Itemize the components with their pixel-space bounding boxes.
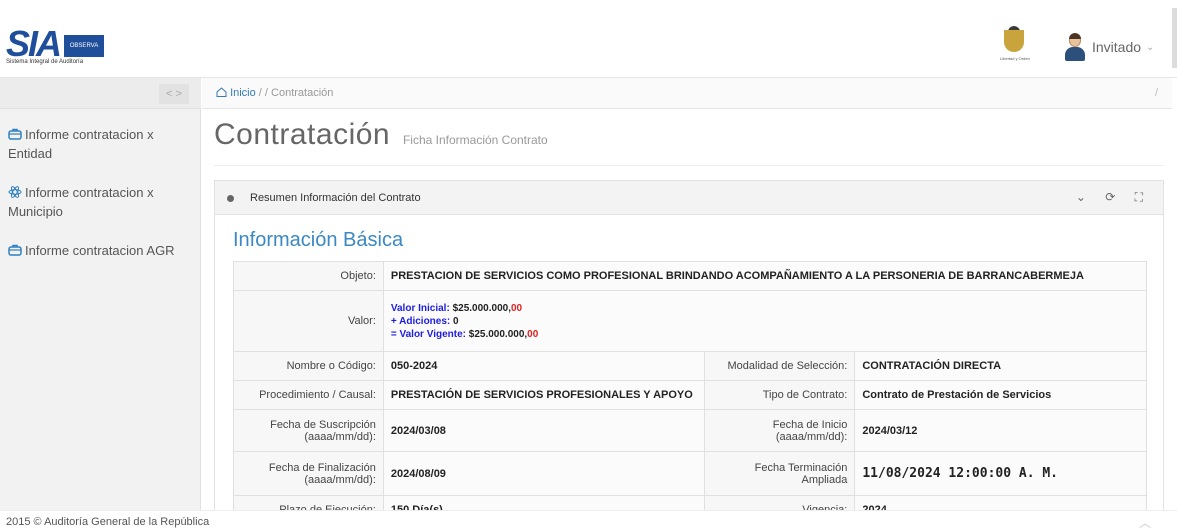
modalidad-value: CONTRATACIÓN DIRECTA	[854, 351, 1147, 381]
breadcrumb-separator: / /	[255, 87, 272, 99]
breadcrumb-trailing-slash: /	[1154, 87, 1158, 99]
sidebar-item-entidad[interactable]: Informe contratacion x Entidad	[0, 117, 201, 171]
top-header: SIA OBSERVA Sistema Integral de Auditorí…	[0, 8, 1177, 78]
nombre-label: Nombre o Código:	[233, 351, 384, 381]
suscripcion-value: 2024/03/08	[382, 409, 706, 452]
footer-copyright: 2015 © Auditoría General de la República	[6, 516, 210, 528]
finalizacion-value: 2024/08/09	[382, 451, 706, 496]
objeto-label: Objeto:	[233, 261, 384, 291]
page-subtitle: Ficha Información Contrato	[402, 133, 548, 147]
logo-subtitle: Sistema Integral de Auditoría	[6, 59, 84, 65]
page-title: Contratación Ficha Información Contrato	[214, 118, 548, 152]
sidebar-item-label: Informe contratacion x Entidad	[8, 127, 154, 161]
tipo-value: Contrato de Prestación de Servicios	[854, 380, 1147, 410]
contract-info-table: Objeto: PRESTACION DE SERVICIOS COMO PRO…	[233, 261, 1148, 525]
terminacion-label: Fecha Terminación Ampliada	[704, 451, 856, 496]
sidebar-item-municipio[interactable]: Informe contratacion x Municipio	[0, 175, 201, 229]
page-scrollbar[interactable]	[1172, 8, 1177, 68]
table-row: Valor: Valor Inicial: $25.000.000,00 + A…	[233, 290, 1148, 352]
valor-vigente-label: = Valor Vigente:	[390, 328, 469, 340]
sidebar: < > Informe contratacion x Entidad Infor…	[0, 78, 201, 510]
valor-inicial-label: Valor Inicial:	[390, 302, 453, 314]
suscripcion-label: Fecha de Suscripción (aaaa/mm/dd):	[233, 409, 384, 452]
coat-of-arms-icon: Libertad y Orden	[1000, 26, 1030, 66]
user-menu[interactable]: Invitado ⌄	[1064, 32, 1154, 62]
bullet-icon	[227, 195, 234, 202]
sia-logo[interactable]: SIA OBSERVA Sistema Integral de Auditorí…	[6, 23, 104, 67]
inicio-value: 2024/03/12	[854, 409, 1147, 452]
adiciones-value: 0	[453, 315, 459, 327]
tipo-label: Tipo de Contrato:	[704, 380, 856, 410]
finalizacion-label: Fecha de Finalización (aaaa/mm/dd):	[233, 451, 384, 496]
shield-caption: Libertad y Orden	[1000, 56, 1030, 61]
procedimiento-value: PRESTACIÓN DE SERVICIOS PROFESIONALES Y …	[382, 380, 706, 410]
portlet-title: Resumen Información del Contrato	[250, 192, 421, 204]
procedimiento-label: Procedimiento / Causal:	[233, 380, 384, 410]
valor-label: Valor:	[233, 290, 384, 352]
modalidad-label: Modalidad de Selección:	[704, 351, 856, 381]
title-divider	[214, 165, 1164, 166]
section-title: Información Básica	[233, 229, 404, 251]
valor-inicial: $25.000.000,	[452, 302, 511, 314]
sidebar-toggle-button[interactable]: < >	[159, 84, 189, 104]
scroll-top-icon[interactable]: ︿	[1139, 514, 1151, 531]
inicio-label: Fecha de Inicio (aaaa/mm/dd):	[704, 409, 856, 452]
valor-vigente-cents: 00	[527, 328, 539, 340]
briefcase-icon	[8, 128, 22, 140]
portlet-header: Resumen Información del Contrato ⌄ ⟳ ⛶	[215, 181, 1163, 215]
home-icon	[216, 87, 227, 97]
nombre-value: 050-2024	[382, 351, 706, 381]
sidebar-item-label: Informe contratacion x Municipio	[8, 185, 154, 219]
briefcase-icon	[8, 244, 22, 256]
sidebar-item-label: Informe contratacion AGR	[25, 243, 175, 258]
user-name: Invitado	[1092, 39, 1142, 55]
portlet-tools[interactable]: ⌄ ⟳ ⛶	[1076, 190, 1151, 205]
valor-inicial-cents: 00	[510, 302, 523, 314]
table-row: Fecha de Finalización (aaaa/mm/dd): 2024…	[233, 451, 1147, 496]
table-row: Nombre o Código: 050-2024 Modalidad de S…	[233, 351, 1147, 381]
table-row: Fecha de Suscripción (aaaa/mm/dd): 2024/…	[233, 409, 1147, 452]
table-row: Procedimiento / Causal: PRESTACIÓN DE SE…	[233, 380, 1147, 410]
atom-icon	[8, 186, 22, 198]
table-row: Objeto: PRESTACION DE SERVICIOS COMO PRO…	[233, 261, 1148, 291]
adiciones-label: + Adiciones:	[390, 315, 454, 327]
chevron-down-icon: ⌄	[1146, 41, 1155, 53]
page-footer: 2015 © Auditoría General de la República…	[0, 510, 1177, 532]
bookmarks-bar	[0, 0, 1177, 8]
sidebar-toggle-bar: < >	[0, 78, 201, 109]
avatar-icon	[1064, 33, 1086, 61]
page-title-text: Contratación	[214, 118, 391, 151]
contract-summary-portlet: Resumen Información del Contrato ⌄ ⟳ ⛶ I…	[214, 180, 1164, 525]
objeto-value: PRESTACION DE SERVICIOS COMO PROFESIONAL…	[382, 261, 1148, 291]
valor-vigente: $25.000.000,	[468, 328, 528, 340]
terminacion-value: 11/08/2024 12:00:00 A. M.	[854, 451, 1147, 496]
sidebar-item-agr[interactable]: Informe contratacion AGR	[0, 233, 201, 268]
breadcrumb-home-link[interactable]: Inicio	[230, 87, 256, 99]
breadcrumb: Inicio / / Contratación /	[202, 78, 1172, 109]
breadcrumb-current: Contratación	[271, 87, 334, 99]
logo-badge: OBSERVA	[64, 35, 104, 57]
valor-value: Valor Inicial: $25.000.000,00 + Adicione…	[382, 290, 1148, 352]
